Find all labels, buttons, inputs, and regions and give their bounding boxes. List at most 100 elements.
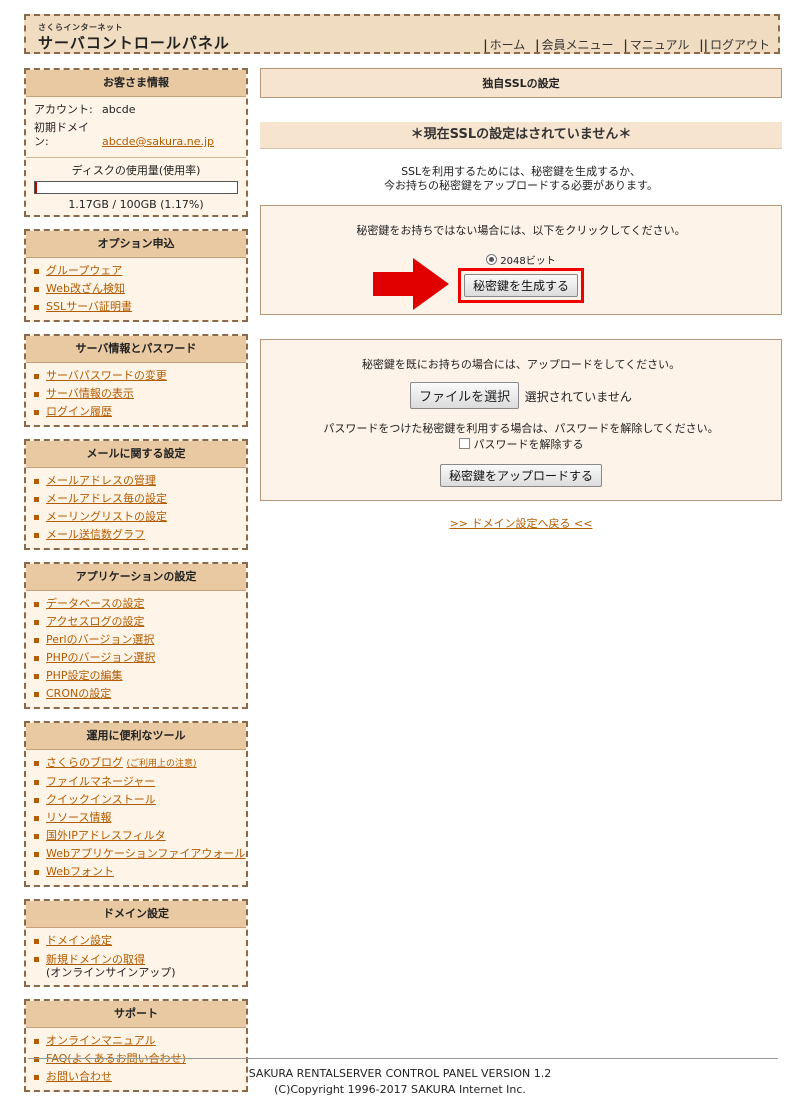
list-item: サーバパスワードの変更 <box>32 367 246 385</box>
list-item: メールアドレス毎の設定 <box>32 490 246 508</box>
link-mailing-list[interactable]: メーリングリストの設定 <box>46 510 167 523</box>
link-new-domain[interactable]: 新規ドメインの取得 <box>46 953 145 966</box>
remove-password-label: パスワードを解除する <box>473 438 584 451</box>
nav-logout[interactable]: ログアウト <box>710 38 770 52</box>
header: さくらインターネット サーバコントロールパネル | ホーム | 会員メニュー | マニ… <box>24 14 780 54</box>
page-title: 独自SSLの設定 <box>260 68 782 98</box>
disk-usage-fill <box>35 182 38 193</box>
list-item: オンラインマニュアル <box>32 1032 246 1050</box>
generate-button-row: 秘密鍵を生成する <box>261 268 781 303</box>
list-item: グループウェア <box>32 262 246 280</box>
list-item: ファイルマネージャー <box>32 773 246 791</box>
options-title: オプション申込 <box>26 231 246 258</box>
link-perl-version[interactable]: Perlのバージョン選択 <box>46 633 154 646</box>
radio-dot <box>489 257 495 262</box>
link-cron[interactable]: CRONの設定 <box>46 687 111 700</box>
footer-divider <box>28 1058 778 1059</box>
disk-usage-bar <box>34 181 238 194</box>
footer-version: SAKURA RENTALSERVER CONTROL PANEL VERSIO… <box>248 1067 552 1080</box>
list-item: PHP設定の編集 <box>32 667 246 685</box>
checkbox-row: パスワードを解除する <box>261 436 781 452</box>
link-quick-install[interactable]: クイックインストール <box>46 793 156 806</box>
mail-box: メールに関する設定 メールアドレスの管理 メールアドレス毎の設定 メーリングリス… <box>24 439 248 550</box>
list-item: メーリングリストの設定 <box>32 508 246 526</box>
back-to-domain-link[interactable]: >> ドメイン設定へ戻る << <box>450 517 593 530</box>
account-label: アカウント: <box>34 103 93 116</box>
list-item: データベースの設定 <box>32 595 246 613</box>
upload-key-panel: 秘密鍵を既にお持ちの場合には、アップロードをしてください。 ファイルを選択 選択… <box>260 339 782 501</box>
link-web-tamper[interactable]: Web改ざん検知 <box>46 282 125 295</box>
ssl-description: SSLを利用するためには、秘密鍵を生成するか、 今お持ちの秘密鍵をアップロードす… <box>260 165 782 193</box>
link-server-password[interactable]: サーバパスワードの変更 <box>46 369 167 382</box>
link-php-settings[interactable]: PHP設定の編集 <box>46 669 123 682</box>
server-box: サーバ情報とパスワード サーバパスワードの変更 サーバ情報の表示 ログイン履歴 <box>24 334 248 427</box>
options-box: オプション申込 グループウェア Web改ざん検知 SSLサーバ証明書 <box>24 229 248 322</box>
nav-member-menu[interactable]: 会員メニュー <box>542 38 614 52</box>
link-ssl-cert[interactable]: SSLサーバ証明書 <box>46 300 132 313</box>
back-link-row: >> ドメイン設定へ戻る << <box>260 515 782 531</box>
disk-label: ディスクの使用量(使用率) <box>71 164 201 177</box>
link-groupware[interactable]: グループウェア <box>46 264 122 277</box>
upload-key-button[interactable]: 秘密鍵をアップロードする <box>439 464 602 487</box>
server-title: サーバ情報とパスワード <box>26 336 246 363</box>
generate-instruction: 秘密鍵をお持ちではない場合には、以下をクリックしてください。 <box>356 224 686 237</box>
link-ip-filter[interactable]: 国外IPアドレスフィルタ <box>46 829 166 842</box>
app-title: アプリケーションの設定 <box>26 564 246 591</box>
link-blog[interactable]: さくらのブログ <box>46 756 123 769</box>
file-row: ファイルを選択 選択されていません <box>261 382 781 409</box>
list-item: 新規ドメインの取得 (オンラインサインアップ) <box>32 950 246 981</box>
list-item: SSLサーバ証明書 <box>32 298 246 316</box>
generate-button-highlight: 秘密鍵を生成する <box>457 268 584 303</box>
link-web-font[interactable]: Webフォント <box>46 865 114 878</box>
link-php-version[interactable]: PHPのバージョン選択 <box>46 651 155 664</box>
account-value: abcde <box>102 103 136 116</box>
disk-usage-text: 1.17GB / 100GB (1.17%) <box>68 198 204 211</box>
link-domain-settings[interactable]: ドメイン設定 <box>46 934 112 947</box>
radio-2048[interactable] <box>486 254 498 265</box>
logo[interactable]: サーバコントロールパネル <box>38 32 230 53</box>
tools-box: 運用に便利なツール さくらのブログ (ご利用上の注意) ファイルマネージャー ク… <box>24 721 248 887</box>
footer-copyright: (C)Copyright 1996-2017 SAKURA Internet I… <box>274 1083 526 1096</box>
file-select-button[interactable]: ファイルを選択 <box>410 382 520 409</box>
list-item: アクセスログの設定 <box>32 613 246 631</box>
ssl-status-notice: ＊現在SSLの設定はされていません＊ <box>260 122 782 149</box>
link-file-manager[interactable]: ファイルマネージャー <box>46 775 155 788</box>
link-access-log[interactable]: アクセスログの設定 <box>46 615 144 628</box>
list-item: リソース情報 <box>32 809 246 827</box>
list-item: さくらのブログ (ご利用上の注意) <box>32 754 246 773</box>
customer-info-box: お客さま情報 アカウント: abcde 初期ドメイン: abcde@sakura.n… <box>24 68 248 217</box>
list-item: メール送信数グラフ <box>32 526 246 544</box>
domain-link[interactable]: abcde@sakura.ne.jp <box>102 135 214 148</box>
generate-key-button[interactable]: 秘密鍵を生成する <box>463 274 578 297</box>
remove-password-checkbox[interactable] <box>458 438 470 449</box>
disk-usage: ディスクの使用量(使用率) 1.17GB / 100GB (1.17%) <box>26 157 246 215</box>
link-server-info[interactable]: サーバ情報の表示 <box>46 387 134 400</box>
main-content: 独自SSLの設定 ＊現在SSLの設定はされていません＊ SSLを利用するためには… <box>260 68 782 531</box>
list-item: サーバ情報の表示 <box>32 385 246 403</box>
list-item: ログイン履歴 <box>32 403 246 421</box>
link-waf[interactable]: Webアプリケーションファイアウォール <box>46 847 245 860</box>
link-login-history[interactable]: ログイン履歴 <box>46 405 112 418</box>
list-item: CRONの設定 <box>32 685 246 703</box>
link-online-manual[interactable]: オンラインマニュアル <box>46 1034 156 1047</box>
link-blog-note[interactable]: (ご利用上の注意) <box>127 759 197 769</box>
support-title: サポート <box>26 1001 246 1028</box>
desc-line-1: SSLを利用するためには、秘密鍵を生成するか、 <box>401 165 641 178</box>
nav-manual[interactable]: マニュアル <box>630 38 690 52</box>
link-mail-graph[interactable]: メール送信数グラフ <box>46 528 145 541</box>
link-database[interactable]: データベースの設定 <box>46 597 144 610</box>
upload-button-row: 秘密鍵をアップロードする <box>261 464 781 487</box>
radio-2048-label: 2048ビット <box>500 256 556 267</box>
upload-instruction: 秘密鍵を既にお持ちの場合には、アップロードをしてください。 <box>361 358 681 371</box>
new-domain-note: (オンラインサインアップ) <box>46 966 176 979</box>
desc-line-2: 今お持ちの秘密鍵をアップロードする必要があります。 <box>384 179 658 192</box>
link-resource-info[interactable]: リソース情報 <box>46 811 111 824</box>
list-item: メールアドレスの管理 <box>32 472 246 490</box>
nav-home[interactable]: ホーム <box>490 38 526 52</box>
link-mail-address[interactable]: メールアドレスの管理 <box>46 474 156 487</box>
radio-row: 2048ビット <box>261 252 781 267</box>
sidebar: お客さま情報 アカウント: abcde 初期ドメイン: abcde@sakura.n… <box>24 68 248 1104</box>
password-instruction: パスワードをつけた秘密鍵を利用する場合は、パスワードを解除してください。 <box>323 422 719 435</box>
link-mail-settings[interactable]: メールアドレス毎の設定 <box>46 492 167 505</box>
tools-title: 運用に便利なツール <box>26 723 246 750</box>
